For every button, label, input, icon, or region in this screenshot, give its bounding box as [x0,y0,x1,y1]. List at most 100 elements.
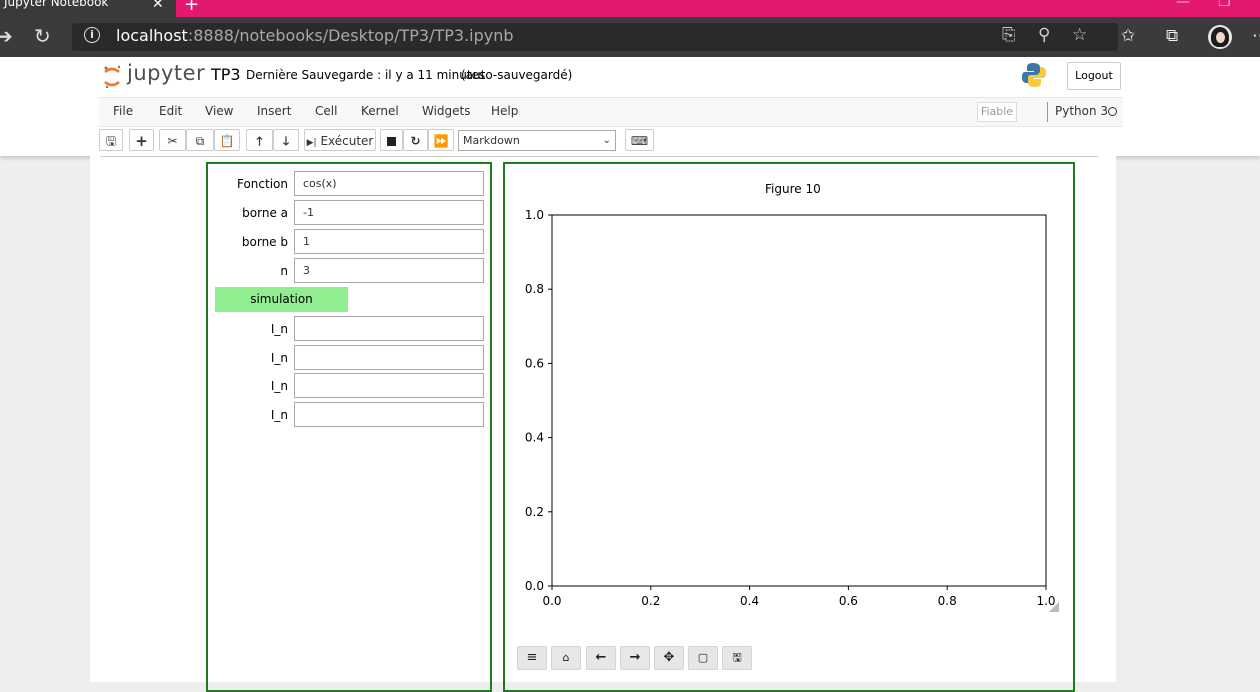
run-button[interactable]: ▶| Exécuter [304,129,376,151]
kernel-idle-icon [1108,107,1117,116]
browser-tab[interactable]: Jupyter Notebook ✕ [0,0,176,17]
y-tick-label: 0.6 [525,356,544,370]
menu-cell[interactable]: Cell [315,104,337,118]
keyboard-icon: ⌨ [630,134,649,148]
info-icon[interactable]: i [84,27,100,43]
run-label: Exécuter [320,134,374,148]
more-icon[interactable]: ⋯ [1252,26,1260,46]
plot-canvas[interactable]: 0.0 0.2 0.4 0.6 0.8 1.00.00.20.40.60.81.0 [510,205,1066,610]
url-field[interactable]: i localhost:8888/notebooks/Desktop/TP3/T… [72,23,1118,51]
menu-bar: File Edit View Insert Cell Kernel Widget… [99,97,1123,127]
move-down-button[interactable]: 🡓 [273,129,299,151]
in-output-3[interactable] [294,373,484,398]
x-tick-label: 0.4 [740,594,759,608]
kernel-name: Python 3 [1055,104,1109,118]
x-tick-label: 0.0 [542,594,561,608]
in-label-3: I_n [270,379,288,393]
kernel-divider [1047,102,1048,122]
y-tick-label: 0.4 [525,431,544,445]
borne-b-label: borne b [241,235,288,249]
read-aloud-icon[interactable]: ⎘ [1002,25,1016,45]
plot-axes-frame [551,214,1047,587]
menu-kernel[interactable]: Kernel [361,104,399,118]
menu-help[interactable]: Help [491,104,518,118]
refresh-icon[interactable]: ↻ [34,24,51,48]
logout-button[interactable]: Logout [1067,62,1121,90]
forward-icon[interactable]: → [620,646,650,670]
back-icon[interactable]: ← [586,646,616,670]
trusted-indicator[interactable]: Fiable [977,102,1017,122]
in-output-4[interactable] [294,402,484,427]
y-tick-label: 1.0 [525,208,544,222]
jupyter-header: jupyter TP3 Dernière Sauvegarde : il y a… [0,57,1260,156]
command-palette-button[interactable]: ⌨ [625,129,654,151]
simulation-button[interactable]: simulation [215,287,348,312]
scissors-icon: ✂ [167,134,178,148]
figure-title: Figure 10 [765,182,821,196]
home-icon[interactable]: ⌂ [551,646,581,670]
plus-icon: + [135,132,148,150]
in-label-4: I_n [270,408,288,422]
y-tick-label: 0.8 [525,282,544,296]
browser-tab-bar: Jupyter Notebook ✕ + — ❐ [0,0,1260,17]
jupyter-logo[interactable]: jupyter [103,61,206,92]
step-forward-icon: ▶| [306,138,317,148]
interrupt-button[interactable] [380,129,403,151]
in-label-2: I_n [270,351,288,365]
restart-run-all-button[interactable]: ⏩ [428,129,454,151]
menu-insert[interactable]: Insert [257,104,291,118]
move-up-button[interactable]: 🡑 [246,129,273,151]
python-logo-icon [1022,63,1046,87]
y-tick-label: 0.0 [525,579,544,593]
n-label: n [280,264,288,278]
zoom-rect-icon[interactable]: ▢ [688,646,718,670]
fonction-input[interactable]: cos(x) [294,171,484,196]
close-icon[interactable]: ✕ [152,0,164,12]
borne-a-input[interactable]: -1 [294,200,484,225]
forward-nav-icon[interactable]: ➔ [0,24,13,48]
collections-icon[interactable]: ⧉ [1166,26,1178,46]
save-button[interactable]: 🖫 [99,129,123,151]
save-figure-icon[interactable]: 🖫 [722,646,752,670]
in-label-1: I_n [270,322,288,336]
paste-button[interactable]: 📋 [214,129,240,151]
logo-text: jupyter [127,61,206,85]
notebook-name[interactable]: TP3 [211,65,241,84]
pan-icon[interactable]: ✥ [654,646,684,670]
borne-b-input[interactable]: 1 [294,229,484,254]
cell-divider [100,156,1098,157]
menu-widgets[interactable]: Widgets [422,104,471,118]
new-tab-icon[interactable]: + [184,0,199,15]
menu-icon[interactable]: ≡ [517,646,547,670]
restore-icon[interactable]: ❐ [1218,0,1231,10]
insert-cell-button[interactable]: + [129,129,154,151]
url-text: localhost:8888/notebooks/Desktop/TP3/TP3… [116,26,514,45]
stop-icon [387,137,396,146]
favorites-list-icon[interactable]: ✩ [1121,26,1135,46]
borne-a-label: borne a [242,206,288,220]
zoom-out-icon[interactable]: ⚲ [1038,25,1050,45]
cell-type-select[interactable]: Markdown ⌄ [458,130,616,151]
y-tick-label: 0.2 [525,505,544,519]
fast-forward-icon: ⏩ [433,134,449,148]
x-tick-label: 0.2 [641,594,660,608]
menu-edit[interactable]: Edit [159,104,182,118]
favorite-icon[interactable]: ☆ [1072,25,1087,45]
chevron-down-icon: ⌄ [602,135,611,146]
copy-button[interactable]: ⧉ [186,129,214,151]
resize-handle-icon[interactable] [1049,602,1059,612]
minimize-icon[interactable]: — [1176,0,1190,10]
n-input[interactable]: 3 [294,258,484,283]
profile-avatar[interactable] [1208,25,1232,49]
checkpoint-status: Dernière Sauvegarde : il y a 11 minutes [246,68,486,82]
x-tick-label: 0.8 [938,594,957,608]
address-bar: ➔ ↻ i localhost:8888/notebooks/Desktop/T… [0,17,1260,57]
restart-button[interactable]: ↻ [403,129,428,151]
copy-icon: ⧉ [195,134,205,148]
menu-file[interactable]: File [113,104,133,118]
cut-button[interactable]: ✂ [159,129,186,151]
jupyter-logo-icon [104,65,121,89]
menu-view[interactable]: View [205,104,233,118]
in-output-1[interactable] [294,316,484,341]
in-output-2[interactable] [294,345,484,370]
